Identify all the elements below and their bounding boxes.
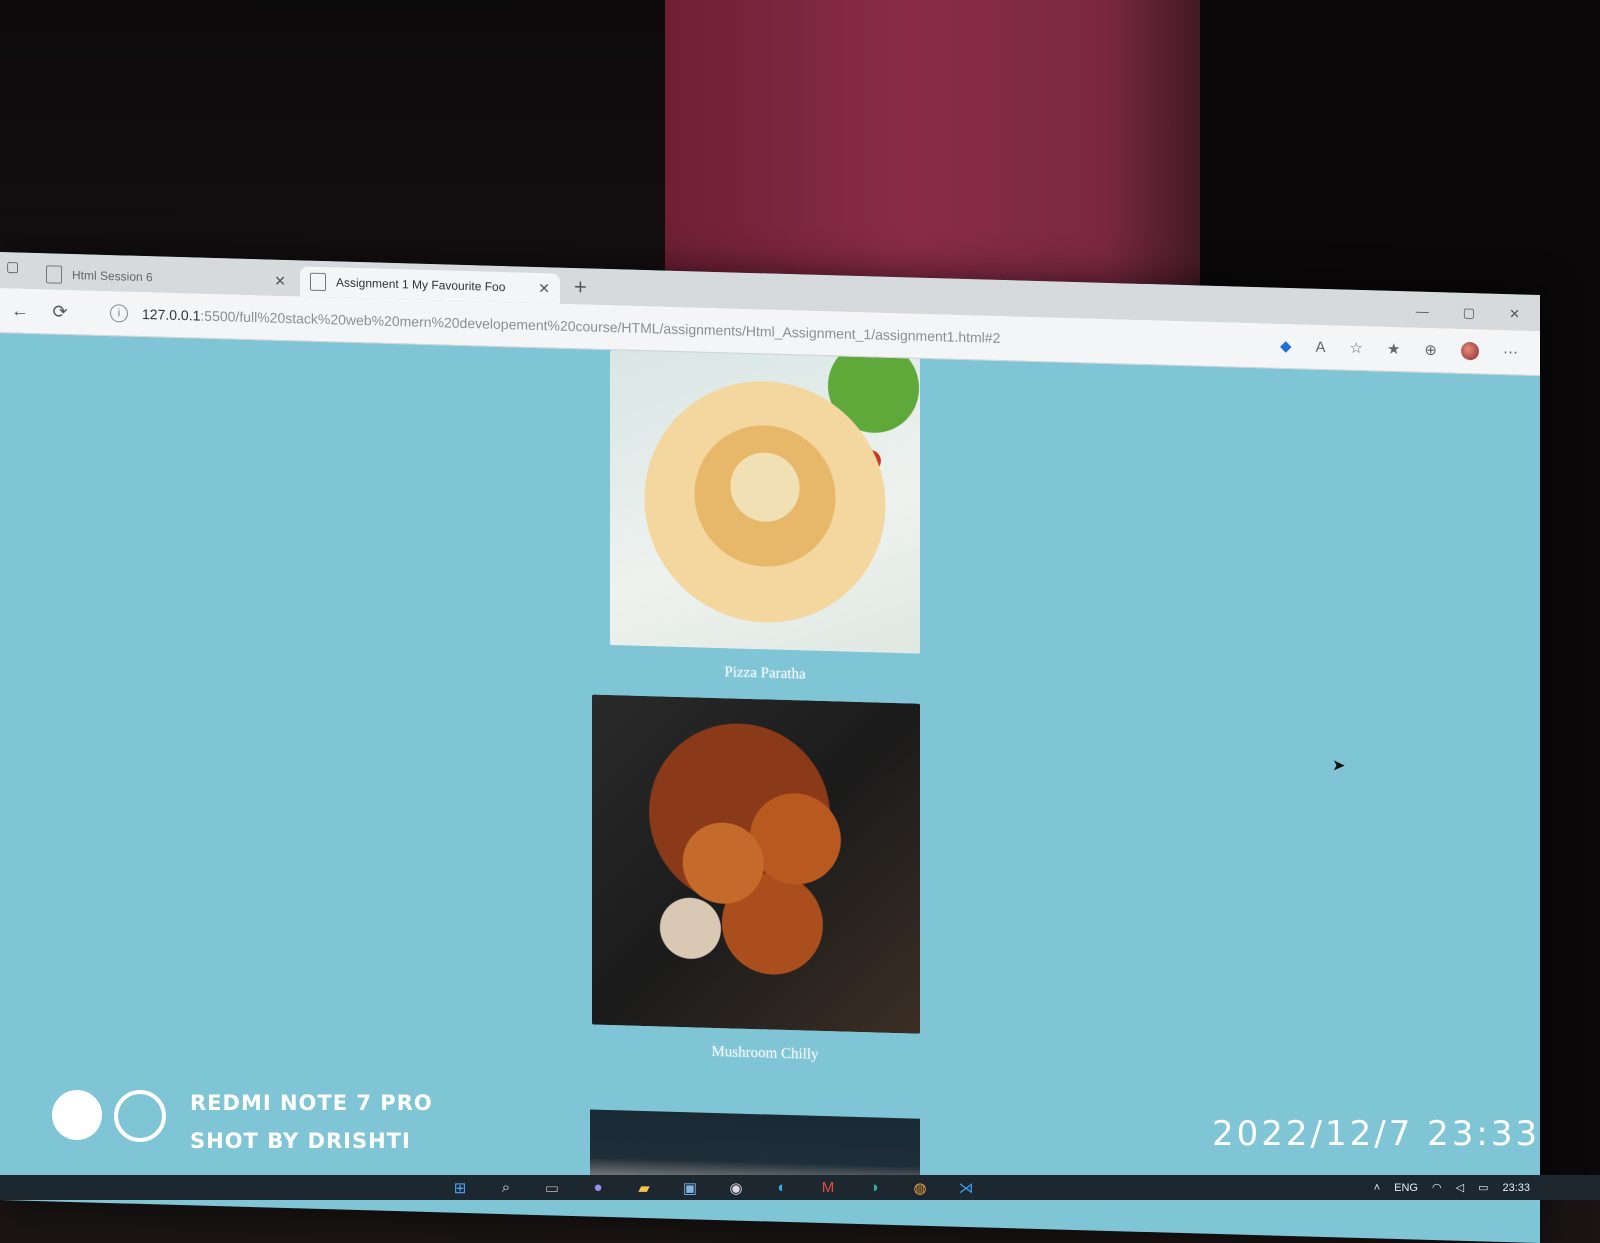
tab-title: Html Session 6: [72, 268, 153, 285]
pink-wall: [665, 0, 1215, 285]
more-menu-icon[interactable]: ⋯: [1503, 343, 1518, 361]
start-icon[interactable]: ⊞: [450, 1179, 470, 1197]
task-view-icon[interactable]: ▭: [542, 1179, 562, 1197]
logo-dot-filled: [52, 1090, 102, 1140]
add-favorite-icon[interactable]: ☆: [1350, 339, 1363, 357]
collections-icon[interactable]: ⊕: [1424, 341, 1437, 359]
volume-icon[interactable]: ◁: [1456, 1181, 1464, 1194]
vscode-icon[interactable]: ⋊: [956, 1179, 976, 1197]
extension-icon[interactable]: ◆: [1280, 337, 1292, 355]
close-window-icon[interactable]: ✕: [1509, 306, 1520, 322]
camera-logo: [52, 1090, 166, 1142]
clock[interactable]: 23:33: [1502, 1182, 1530, 1194]
tab-title: Assignment 1 My Favourite Foo: [336, 275, 506, 295]
food-caption: Pizza Paratha: [724, 664, 806, 683]
close-icon[interactable]: ✕: [274, 272, 286, 289]
device-name: REDMI NOTE 7 PRO: [190, 1091, 433, 1115]
taskbar-apps: ⊞ ⌕ ▭ ● ▰ ▣ ◉ ◐ M ◑ ◍ ⋊: [450, 1179, 976, 1197]
food-item: Mushroom Chilly: [592, 694, 920, 1067]
food-caption: Mushroom Chilly: [711, 1043, 819, 1063]
food-item: Pizza Paratha: [610, 350, 920, 687]
chevron-up-icon[interactable]: ˄: [1374, 1182, 1380, 1194]
camera-watermark: REDMI NOTE 7 PRO SHOT BY DRISHTI: [190, 1084, 433, 1160]
refresh-icon[interactable]: ⟳: [40, 301, 80, 323]
favorites-icon[interactable]: ★: [1387, 340, 1400, 358]
obs-icon[interactable]: ◉: [726, 1179, 746, 1197]
back-icon[interactable]: ←: [0, 300, 40, 322]
window-controls: — ▢ ✕: [1416, 304, 1540, 331]
page-icon: [46, 265, 62, 284]
pizza-paratha-image: [610, 350, 920, 654]
chat-icon[interactable]: ●: [588, 1179, 608, 1197]
gmail-icon[interactable]: M: [818, 1179, 838, 1197]
photo-datetime: 2022/12/7 23:33: [1212, 1114, 1541, 1154]
search-icon[interactable]: ⌕: [496, 1179, 516, 1197]
file-explorer-icon[interactable]: ▰: [634, 1179, 654, 1197]
profile-avatar[interactable]: [1461, 341, 1479, 361]
toolbar-icons: ◆ A ☆ ★ ⊕ ⋯: [1280, 337, 1540, 362]
edge-icon[interactable]: ◐: [772, 1179, 792, 1197]
read-aloud-icon[interactable]: A: [1316, 338, 1326, 355]
site-info-icon[interactable]: i: [110, 304, 128, 323]
maximize-icon[interactable]: ▢: [1463, 305, 1475, 321]
taskbar: ⊞ ⌕ ▭ ● ▰ ▣ ◉ ◐ M ◑ ◍ ⋊ ˄ ENG ◠ ◁ ▭ 23:3…: [0, 1175, 1600, 1200]
chrome-icon[interactable]: ◍: [910, 1179, 930, 1197]
shot-by: SHOT BY DRISHTI: [190, 1129, 411, 1153]
wifi-icon[interactable]: ◠: [1432, 1181, 1442, 1194]
edge-dev-icon[interactable]: ◑: [864, 1179, 884, 1197]
tab-actions-icon[interactable]: ▢: [6, 258, 30, 283]
system-tray: ˄ ENG ◠ ◁ ▭ 23:33: [1374, 1181, 1600, 1195]
logo-dot-ring: [114, 1090, 166, 1142]
mouse-cursor-icon: ➤: [1332, 757, 1346, 775]
page-icon: [310, 272, 326, 292]
new-tab-button[interactable]: +: [564, 274, 597, 305]
mushroom-chilly-image: [592, 694, 920, 1034]
minimize-icon[interactable]: —: [1416, 304, 1429, 320]
url-path: :5500/full%20stack%20web%20mern%20develo…: [200, 307, 1001, 346]
store-icon[interactable]: ▣: [680, 1179, 700, 1197]
url-host: 127.0.0.1: [142, 305, 201, 324]
language-indicator[interactable]: ENG: [1394, 1182, 1418, 1194]
battery-icon[interactable]: ▭: [1478, 1181, 1488, 1194]
close-icon[interactable]: ✕: [538, 280, 550, 297]
